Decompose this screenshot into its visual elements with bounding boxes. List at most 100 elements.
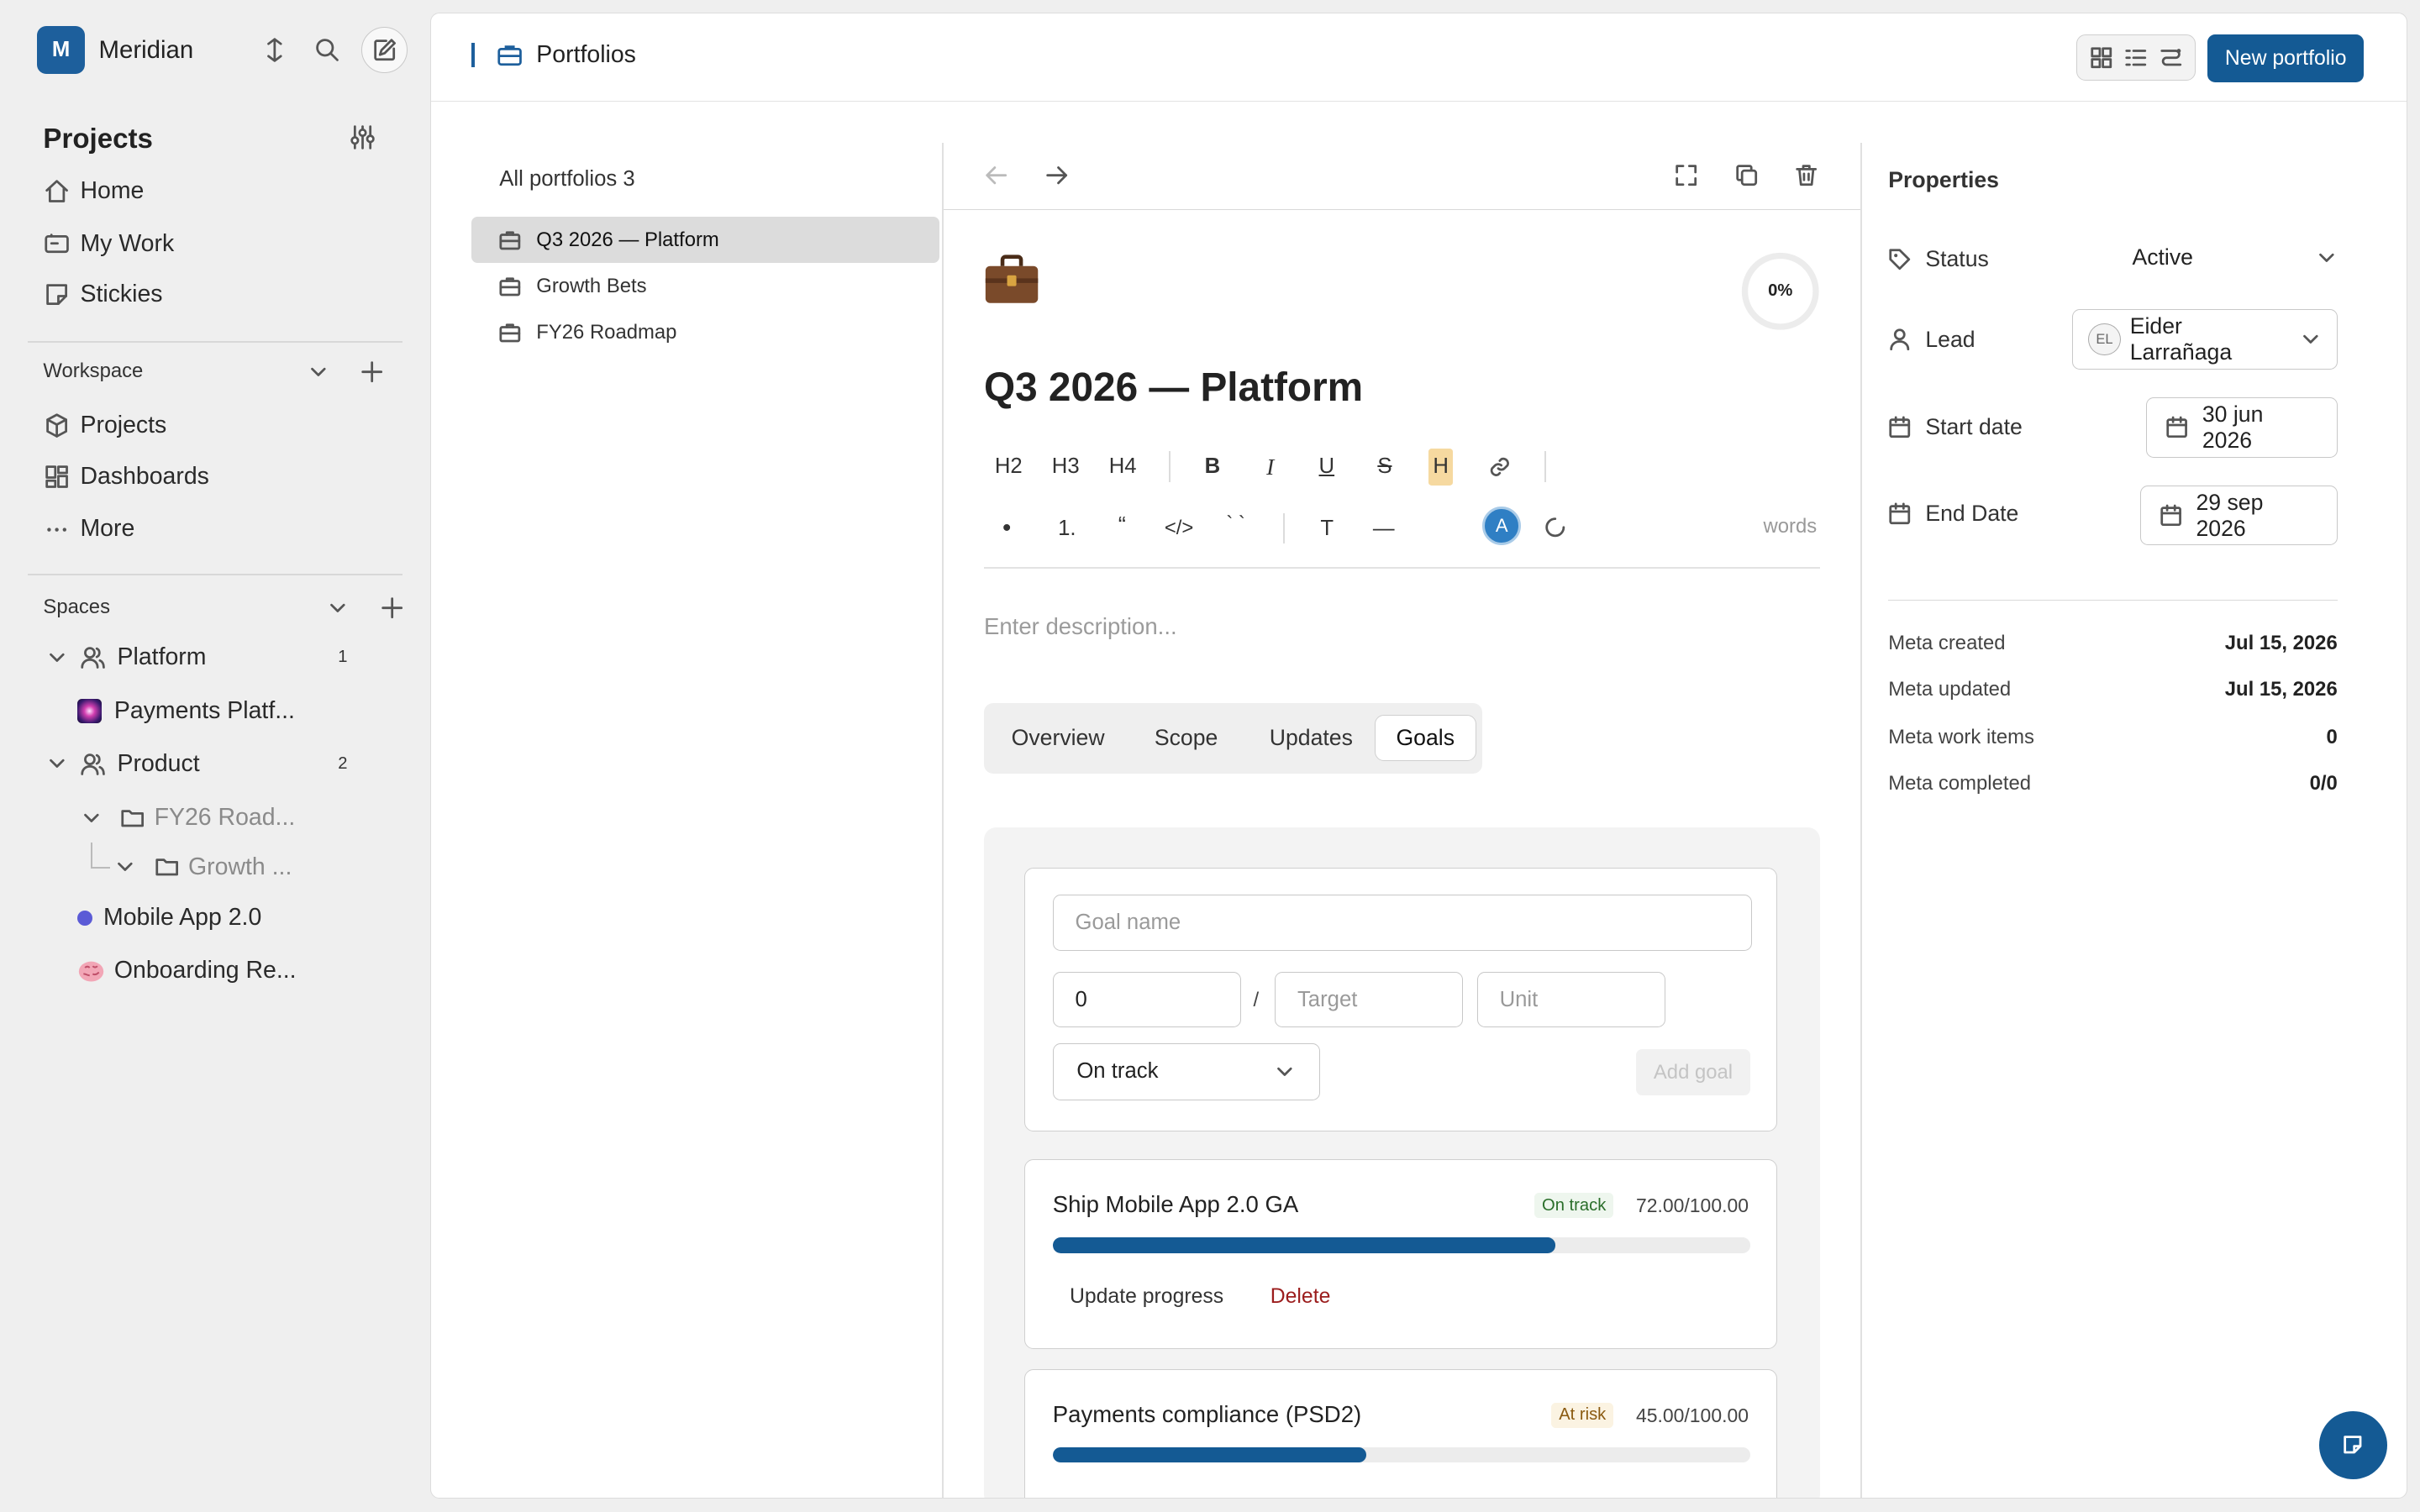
heading2-button[interactable]: H2 bbox=[995, 449, 1023, 483]
status-dropdown[interactable]: Active bbox=[2132, 244, 2337, 270]
bold-button[interactable]: B bbox=[1205, 449, 1221, 483]
space-product[interactable]: Product bbox=[46, 745, 200, 782]
link-icon[interactable] bbox=[1481, 449, 1518, 486]
underline-button[interactable]: U bbox=[1319, 449, 1335, 483]
breadcrumb-label[interactable]: Portfolios bbox=[536, 41, 636, 69]
goal-status-value: On track bbox=[1076, 1059, 1159, 1084]
properties-title: Properties bbox=[1888, 167, 1999, 193]
space-platform[interactable]: Platform bbox=[46, 638, 206, 675]
sidebar-item-home[interactable]: Home bbox=[43, 173, 144, 210]
properties-panel: Properties Status Active Lead EL Eider L… bbox=[1862, 143, 2407, 1498]
divider-button[interactable]: — bbox=[1373, 512, 1395, 545]
space-child-payments[interactable]: Payments Platf... bbox=[76, 693, 295, 730]
goal-target-input[interactable] bbox=[1275, 972, 1464, 1028]
goal-name-input[interactable] bbox=[1052, 895, 1752, 951]
dashboard-icon bbox=[43, 463, 71, 491]
text-style-button[interactable]: T bbox=[1320, 512, 1334, 545]
collaborator-avatar[interactable]: A bbox=[1482, 507, 1522, 546]
chevron-down-icon bbox=[1274, 1061, 1296, 1083]
goal-title: Payments compliance (PSD2) bbox=[1052, 1400, 1362, 1427]
sidebar-item-label: Stickies bbox=[80, 281, 163, 308]
chevron-down-icon[interactable] bbox=[81, 807, 103, 829]
portfolio-emoji-icon[interactable] bbox=[984, 254, 1039, 306]
folder-icon bbox=[120, 807, 145, 829]
plus-icon[interactable] bbox=[360, 360, 384, 384]
chevron-down-icon[interactable] bbox=[308, 361, 329, 383]
code-button[interactable]: </> bbox=[1165, 512, 1194, 545]
toolbar-separator bbox=[1169, 451, 1171, 483]
workspace-switcher[interactable]: M Meridian bbox=[37, 26, 193, 75]
highlight-button[interactable]: H bbox=[1428, 448, 1454, 486]
strikethrough-button[interactable]: S bbox=[1377, 449, 1392, 483]
end-date-label: End Date bbox=[1888, 501, 2018, 527]
chevron-down-icon[interactable] bbox=[327, 597, 349, 619]
description-input[interactable]: Enter description... bbox=[984, 613, 1177, 640]
portfolio-list-item[interactable]: FY26 Roadmap bbox=[471, 309, 939, 355]
sidebar-item-stickies[interactable]: Stickies bbox=[43, 276, 163, 313]
portfolio-list-item[interactable]: Growth Bets bbox=[471, 263, 939, 309]
goal-status-select[interactable]: On track bbox=[1052, 1042, 1320, 1100]
portfolio-icon bbox=[497, 43, 523, 67]
goal-current-input[interactable] bbox=[1052, 972, 1241, 1028]
compose-icon[interactable] bbox=[360, 27, 408, 74]
brain-icon bbox=[77, 958, 105, 983]
sort-icon[interactable] bbox=[256, 26, 293, 74]
goal-progress-bar bbox=[1052, 1237, 1750, 1253]
lead-dropdown[interactable]: EL Eider Larrañaga bbox=[2071, 309, 2338, 370]
add-goal-button[interactable]: Add goal bbox=[1636, 1049, 1750, 1096]
breadcrumb-marker bbox=[471, 42, 475, 67]
sidebar-item-projects[interactable]: Projects bbox=[43, 407, 166, 444]
plus-icon[interactable] bbox=[380, 596, 404, 620]
filter-settings-icon[interactable] bbox=[349, 123, 376, 151]
duplicate-icon[interactable] bbox=[1728, 156, 1765, 193]
space-child-growth[interactable]: Growth ... bbox=[114, 848, 292, 885]
goal-value: 45.00/100.00 bbox=[1636, 1404, 1749, 1426]
space-onboarding[interactable]: Onboarding Re... bbox=[77, 952, 297, 989]
sidebar-item-label: More bbox=[80, 515, 135, 543]
list-view-icon[interactable] bbox=[2124, 46, 2148, 70]
trash-icon[interactable] bbox=[1788, 156, 1825, 193]
flow-view-icon[interactable] bbox=[2160, 46, 2183, 70]
italic-button[interactable]: I bbox=[1266, 449, 1274, 483]
space-mobile-app[interactable]: Mobile App 2.0 bbox=[76, 900, 261, 937]
chevron-down-icon[interactable] bbox=[46, 647, 68, 669]
update-progress-button[interactable]: Update progress bbox=[1070, 1285, 1223, 1309]
delete-goal-button[interactable]: Delete bbox=[1270, 1285, 1331, 1309]
sidebar-item-label: My Work bbox=[80, 229, 175, 257]
search-icon[interactable] bbox=[308, 26, 345, 74]
status-badge: At risk bbox=[1551, 1402, 1614, 1429]
tab-goals[interactable]: Goals bbox=[1374, 715, 1476, 762]
chevron-down-icon[interactable] bbox=[114, 856, 136, 878]
goal-progress-fill bbox=[1052, 1237, 1555, 1253]
chevron-down-icon[interactable] bbox=[46, 753, 68, 774]
arrow-right-icon[interactable] bbox=[1038, 156, 1075, 193]
tab-overview[interactable]: Overview bbox=[997, 715, 1120, 761]
help-chat-button[interactable] bbox=[2318, 1410, 2387, 1479]
arrow-left-icon[interactable] bbox=[978, 156, 1015, 193]
progress-ring: 0% bbox=[1740, 251, 1821, 332]
new-portfolio-button[interactable]: New portfolio bbox=[2207, 34, 2364, 83]
fullscreen-icon[interactable] bbox=[1668, 156, 1705, 193]
end-date-picker[interactable]: 29 sep 2026 bbox=[2139, 485, 2338, 546]
goal-unit-input[interactable] bbox=[1476, 972, 1665, 1028]
numbered-list-button[interactable]: 1. bbox=[1058, 512, 1076, 545]
bullet-list-button[interactable]: • bbox=[1002, 512, 1011, 545]
heading4-button[interactable]: H4 bbox=[1109, 449, 1137, 483]
sidebar-item-label: Home bbox=[80, 177, 145, 205]
sidebar-item-dashboards[interactable]: Dashboards bbox=[43, 458, 209, 495]
inline-code-button[interactable]: ` ` bbox=[1226, 507, 1245, 540]
heading3-button[interactable]: H3 bbox=[1052, 449, 1080, 483]
calendar-icon bbox=[1889, 502, 1911, 524]
portfolio-list-item[interactable]: Q3 2026 — Platform bbox=[471, 217, 939, 264]
tab-scope[interactable]: Scope bbox=[1132, 715, 1240, 761]
sidebar-item-my-work[interactable]: My Work bbox=[43, 225, 174, 262]
start-date-picker[interactable]: 30 jun 2026 bbox=[2145, 397, 2338, 458]
sidebar-item-label: Dashboards bbox=[80, 463, 209, 491]
goal-form: / On track Add goal bbox=[1023, 868, 1778, 1132]
space-child-fy26[interactable]: FY26 Road... bbox=[81, 799, 295, 836]
grid-view-icon[interactable] bbox=[2090, 46, 2113, 70]
sidebar-item-more[interactable]: More bbox=[43, 511, 134, 548]
quote-button[interactable]: “ bbox=[1118, 508, 1126, 542]
page-title[interactable]: Q3 2026 — Platform bbox=[984, 365, 1363, 411]
tab-updates[interactable]: Updates bbox=[1249, 715, 1373, 761]
